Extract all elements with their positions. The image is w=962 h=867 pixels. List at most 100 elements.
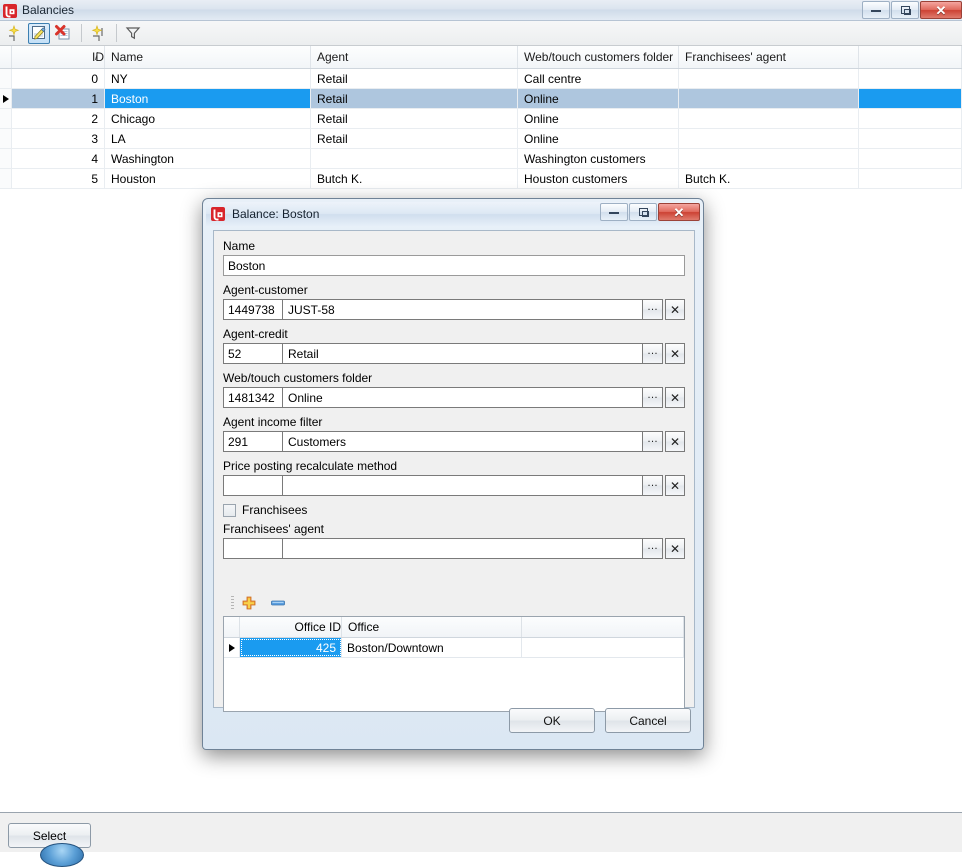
row-indicator (0, 149, 12, 168)
recalc-method-browse-button[interactable]: … (643, 475, 663, 496)
income-filter-name-input[interactable]: Customers (283, 431, 643, 452)
dialog-body: Name Boston Agent-customer 1449738 JUST-… (213, 230, 695, 712)
column-header-office[interactable]: Office (342, 617, 522, 637)
cell-id: 0 (12, 69, 105, 88)
agent-customer-name-input[interactable]: JUST-58 (283, 299, 643, 320)
franchisees-agent-field: … ✕ (223, 538, 685, 559)
grid-indicator-header (0, 46, 12, 68)
column-header-web-folder[interactable]: Web/touch customers folder (518, 46, 679, 68)
web-folder-clear-button[interactable]: ✕ (665, 387, 685, 408)
column-header-office-filler (522, 617, 684, 637)
dialog-close-button[interactable]: ✕ (658, 203, 700, 221)
table-row[interactable]: 2 Chicago Retail Online (0, 109, 962, 129)
table-row[interactable]: 4 Washington Washington customers (0, 149, 962, 169)
franchisees-checkbox-label: Franchisees (242, 503, 308, 517)
row-indicator (224, 638, 240, 657)
cell-franchisees-agent (679, 69, 859, 88)
dialog-title: Balance: Boston (232, 207, 320, 221)
start-orb-icon[interactable] (40, 843, 84, 867)
column-header-office-id[interactable]: Office ID (240, 617, 342, 637)
table-row[interactable]: 1 Boston Retail Online (0, 89, 962, 109)
label-name: Name (223, 239, 256, 253)
income-filter-clear-button[interactable]: ✕ (665, 431, 685, 452)
name-input[interactable]: Boston (223, 255, 685, 276)
cell-office[interactable]: Boston/Downtown (342, 638, 522, 657)
column-header-franchisees-agent[interactable]: Franchisees' agent (679, 46, 859, 68)
recalc-method-clear-button[interactable]: ✕ (665, 475, 685, 496)
agent-customer-browse-button[interactable]: … (643, 299, 663, 320)
table-row[interactable]: 5 Houston Butch K. Houston customers But… (0, 169, 962, 189)
dialog-maximize-button[interactable] (629, 203, 657, 221)
franchisees-agent-browse-button[interactable]: … (643, 538, 663, 559)
column-header-agent[interactable]: Agent (311, 46, 518, 68)
cell-agent: Retail (311, 129, 518, 148)
copy-record-button[interactable] (87, 23, 109, 44)
toolbar-separator-2 (116, 24, 117, 42)
column-header-name[interactable]: Name (105, 46, 311, 68)
table-row[interactable]: 425 Boston/Downtown (224, 638, 684, 658)
minimize-button[interactable] (862, 1, 890, 19)
row-indicator (0, 109, 12, 128)
cell-web-folder: Online (518, 89, 679, 108)
minimize-icon (609, 211, 619, 214)
records-grid[interactable]: ID / Name Agent Web/touch customers fold… (0, 46, 962, 195)
offices-indicator-header (224, 617, 240, 637)
new-record-button[interactable] (4, 23, 26, 44)
franchisees-agent-name-input[interactable] (283, 538, 643, 559)
agent-customer-id-input[interactable]: 1449738 (223, 299, 283, 320)
cell-web-folder: Online (518, 109, 679, 128)
cell-office-id[interactable]: 425 (240, 638, 342, 657)
recalc-method-name-input[interactable] (283, 475, 643, 496)
cell-agent: Retail (311, 69, 518, 88)
franchisees-agent-clear-button[interactable]: ✕ (665, 538, 685, 559)
toolbar-grip-handle[interactable] (231, 595, 234, 611)
web-folder-browse-button[interactable]: … (643, 387, 663, 408)
cell-agent (311, 149, 518, 168)
label-agent-customer: Agent-customer (223, 283, 308, 297)
dialog-minimize-button[interactable] (600, 203, 628, 221)
column-header-filler (859, 46, 962, 68)
web-folder-field: 1481342 Online … ✕ (223, 387, 685, 408)
franchisees-checkbox[interactable] (223, 503, 236, 517)
franchisees-agent-id-input[interactable] (223, 538, 283, 559)
edit-record-button[interactable] (28, 22, 50, 44)
cell-web-folder: Houston customers (518, 169, 679, 188)
remove-row-button[interactable] (270, 596, 285, 610)
agent-credit-clear-button[interactable]: ✕ (665, 343, 685, 364)
income-filter-browse-button[interactable]: … (643, 431, 663, 452)
current-row-arrow-icon (2, 94, 9, 103)
copy-sparkle-icon (91, 24, 103, 41)
maximize-button[interactable] (891, 1, 919, 19)
new-sparkle-icon (8, 24, 20, 41)
franchisees-checkbox-row[interactable]: Franchisees (223, 503, 685, 517)
row-indicator (0, 129, 12, 148)
table-row[interactable]: 0 NY Retail Call centre (0, 69, 962, 89)
cell-filler (859, 169, 962, 188)
main-toolbar (0, 21, 962, 46)
income-filter-id-input[interactable]: 291 (223, 431, 283, 452)
name-input-value: Boston (228, 258, 266, 273)
close-icon: ✕ (673, 204, 685, 220)
cancel-button[interactable]: Cancel (605, 708, 691, 733)
column-header-id[interactable]: ID / (12, 46, 105, 68)
main-window-title: Balancies (22, 3, 75, 17)
offices-grid[interactable]: Office ID Office 425 Boston/Downtown (223, 616, 685, 712)
close-button[interactable]: ✕ (920, 1, 962, 19)
web-folder-name-input[interactable]: Online (283, 387, 643, 408)
agent-credit-browse-button[interactable]: … (643, 343, 663, 364)
ok-button[interactable]: OK (509, 708, 595, 733)
add-row-button[interactable] (242, 596, 256, 610)
cell-franchisees-agent (679, 129, 859, 148)
agent-customer-clear-button[interactable]: ✕ (665, 299, 685, 320)
filter-button[interactable] (122, 23, 144, 44)
agent-credit-name-input[interactable]: Retail (283, 343, 643, 364)
label-franchisees-agent: Franchisees' agent (223, 522, 325, 536)
web-folder-id-input[interactable]: 1481342 (223, 387, 283, 408)
table-row[interactable]: 3 LA Retail Online (0, 129, 962, 149)
balance-dialog: Balance: Boston ✕ Name Boston Agent-cust… (202, 198, 704, 750)
label-agent-credit: Agent-credit (223, 327, 288, 341)
delete-record-button[interactable] (52, 23, 74, 44)
agent-credit-id-input[interactable]: 52 (223, 343, 283, 364)
income-filter-field: 291 Customers … ✕ (223, 431, 685, 452)
recalc-method-id-input[interactable] (223, 475, 283, 496)
